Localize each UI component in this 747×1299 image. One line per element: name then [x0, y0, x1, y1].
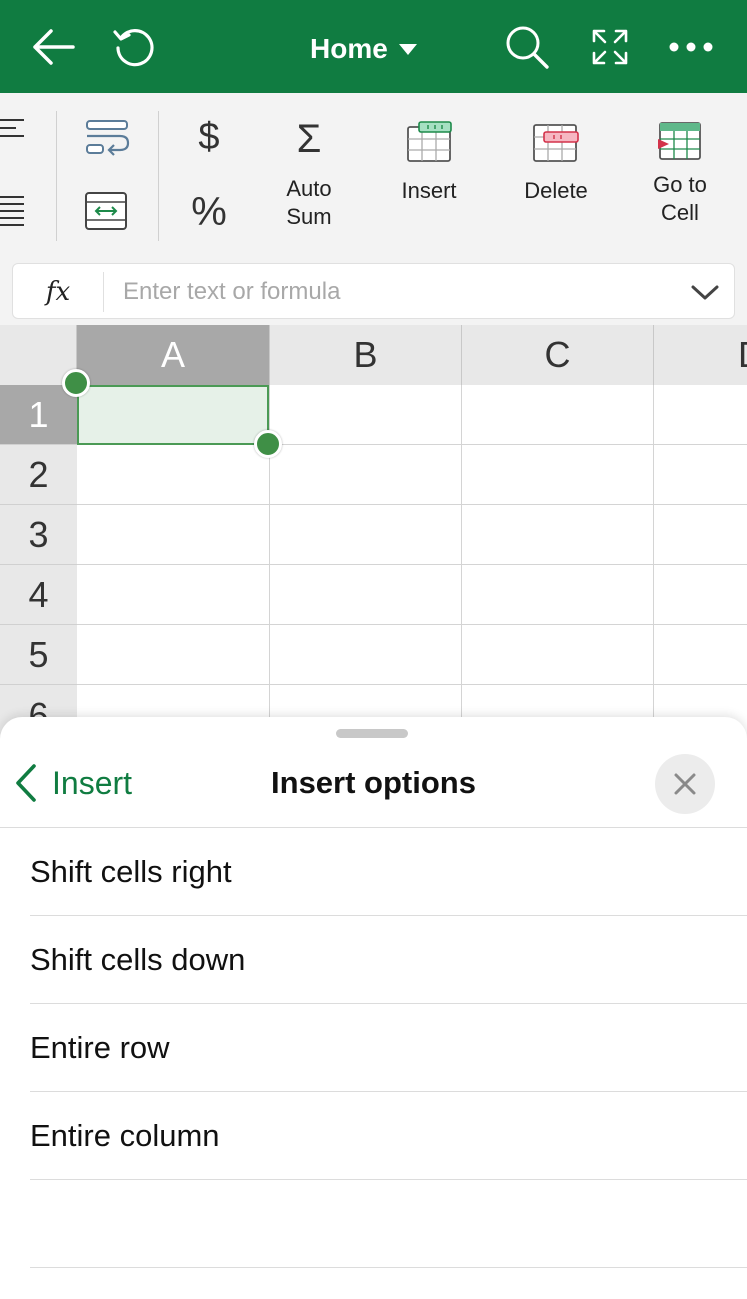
insert-options-sheet: Insert Insert options Shift cells right …: [0, 717, 747, 1299]
option-label: Shift cells down: [30, 941, 246, 977]
top-bar: Home: [0, 0, 747, 93]
insert-cells-icon: [407, 121, 452, 162]
spreadsheet-grid[interactable]: A B C D 1 2 3 4 5 6: [0, 325, 747, 745]
undo-icon[interactable]: [110, 24, 160, 70]
grid-line: [77, 684, 747, 685]
percent-icon: %: [191, 190, 227, 234]
go-to-label-1: Go to: [653, 172, 707, 197]
autosum-label-1: Auto: [286, 176, 332, 201]
more-icon[interactable]: [666, 24, 716, 70]
insert-button[interactable]: Insert: [384, 121, 474, 205]
sigma-icon: Σ: [296, 117, 322, 161]
delete-button[interactable]: Delete: [510, 123, 602, 205]
option-label: Shift cells right: [30, 853, 232, 889]
grid-line: [653, 385, 654, 745]
grid-line: [77, 564, 747, 565]
search-icon[interactable]: [502, 24, 552, 70]
column-header-c[interactable]: C: [462, 325, 654, 385]
selection-handle-top-left[interactable]: [62, 369, 90, 397]
fx-divider: [103, 272, 104, 312]
justify-icon[interactable]: [0, 195, 26, 232]
delete-cells-icon: [533, 124, 579, 162]
autosum-label-2: Sum: [286, 204, 332, 229]
home-title: Home: [310, 33, 388, 64]
fullscreen-icon[interactable]: [585, 24, 635, 70]
column-header-b[interactable]: B: [270, 325, 462, 385]
currency-button[interactable]: $: [180, 113, 238, 161]
grid-line: [77, 624, 747, 625]
formula-input[interactable]: [113, 264, 673, 320]
row-header-3[interactable]: 3: [0, 505, 77, 565]
wrap-text-icon[interactable]: [84, 119, 130, 162]
close-button[interactable]: [655, 754, 715, 814]
sheet-title: Insert options: [271, 765, 476, 800]
ribbon-divider: [158, 111, 159, 241]
back-arrow-icon[interactable]: [28, 24, 78, 70]
close-icon: [674, 773, 696, 795]
go-to-cell-button[interactable]: Go to Cell: [634, 121, 726, 227]
option-shift-cells-right[interactable]: Shift cells right: [30, 828, 747, 916]
fx-icon[interactable]: fx: [13, 264, 103, 320]
grid-line: [77, 504, 747, 505]
row-header-4[interactable]: 4: [0, 565, 77, 625]
delete-label: Delete: [524, 178, 588, 203]
formula-bar-area: fx: [0, 257, 747, 325]
chevron-down-icon[interactable]: [688, 276, 722, 310]
column-width-icon[interactable]: [84, 191, 128, 236]
empty-list-row: [30, 1180, 747, 1268]
option-entire-row[interactable]: Entire row: [30, 1004, 747, 1092]
column-header-a[interactable]: A: [77, 325, 270, 385]
go-to-label-2: Cell: [661, 200, 699, 225]
row-header-2[interactable]: 2: [0, 445, 77, 505]
ribbon-toolbar: $ % Σ Auto Sum Insert Delete Go to Cell: [0, 93, 747, 257]
option-shift-cells-down[interactable]: Shift cells down: [30, 916, 747, 1004]
autosum-button[interactable]: Σ Auto Sum: [264, 115, 354, 231]
dropdown-triangle-icon: [398, 44, 417, 55]
formula-bar: fx: [12, 263, 735, 320]
sheet-grabber[interactable]: [336, 729, 408, 738]
row-header-5[interactable]: 5: [0, 625, 77, 685]
percent-button[interactable]: %: [180, 187, 238, 237]
ribbon-divider: [56, 111, 57, 241]
row-header-1[interactable]: 1: [0, 385, 77, 445]
selected-cell-a1[interactable]: [77, 385, 269, 445]
option-label: Entire row: [30, 1029, 170, 1065]
go-to-cell-icon: [658, 122, 701, 160]
align-left-icon[interactable]: [0, 117, 26, 144]
option-entire-column[interactable]: Entire column: [30, 1092, 747, 1180]
dollar-icon: $: [198, 116, 220, 158]
grid-line: [461, 385, 462, 745]
selection-handle-bottom-right[interactable]: [254, 430, 282, 458]
insert-label: Insert: [401, 178, 457, 203]
option-label: Entire column: [30, 1117, 220, 1153]
column-header-d[interactable]: D: [654, 325, 747, 385]
home-menu[interactable]: Home: [310, 26, 418, 72]
